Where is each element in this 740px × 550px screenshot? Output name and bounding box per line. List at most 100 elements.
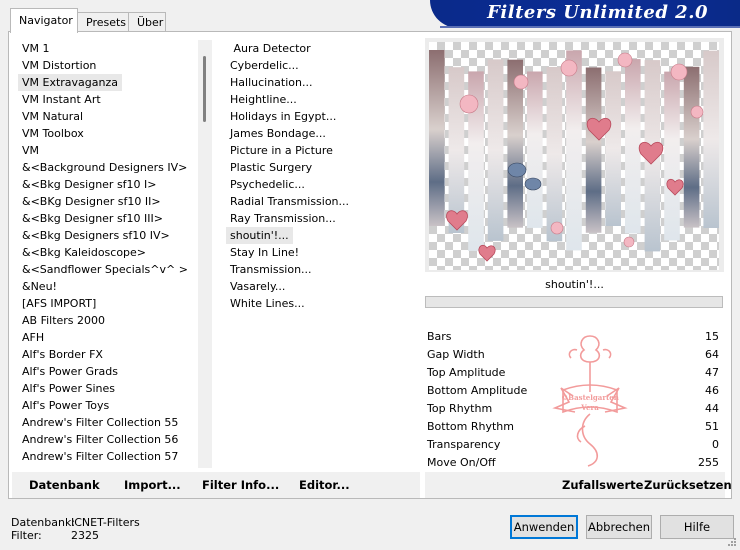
category-item[interactable]: &<Bkg Designers sf10 IV> bbox=[18, 227, 198, 244]
param-name: Top Rhythm bbox=[427, 402, 493, 415]
param-value[interactable]: 255 bbox=[698, 454, 719, 472]
cancel-button[interactable]: Abbrechen bbox=[586, 515, 652, 539]
category-item[interactable]: &<Bkg Kaleidoscope> bbox=[18, 244, 198, 261]
category-item[interactable]: VM bbox=[18, 142, 198, 159]
param-row[interactable]: Gap Width 64 bbox=[427, 346, 721, 364]
filter-item[interactable]: Holidays in Egypt... bbox=[226, 108, 416, 125]
filter-item[interactable]: Vasarely... bbox=[226, 278, 416, 295]
param-name: Bottom Amplitude bbox=[427, 384, 528, 397]
param-value[interactable]: 64 bbox=[705, 346, 719, 364]
param-value[interactable]: 0 bbox=[712, 436, 719, 454]
category-item[interactable]: &<Bkg Designer sf10 I> bbox=[18, 176, 198, 193]
category-item-label: AFH bbox=[22, 331, 45, 344]
category-item-label: VM Distortion bbox=[22, 59, 97, 72]
category-item[interactable]: &Neu! bbox=[18, 278, 198, 295]
category-item[interactable]: VM Natural bbox=[18, 108, 198, 125]
filter-item[interactable]: Aura Detector bbox=[226, 40, 416, 57]
category-item[interactable]: Andrew's Filter Collection 55 bbox=[18, 414, 198, 431]
filter-item-label: Hallucination... bbox=[230, 76, 313, 89]
filter-item[interactable]: Psychedelic... bbox=[226, 176, 416, 193]
filter-item[interactable]: Transmission... bbox=[226, 261, 416, 278]
category-item[interactable]: Alf's Border FX bbox=[18, 346, 198, 363]
category-item[interactable]: Andrew's Filter Collection 56 bbox=[18, 431, 198, 448]
preview-image bbox=[429, 42, 719, 270]
category-item-label: VM Toolbox bbox=[22, 127, 84, 140]
filter-item-label: White Lines... bbox=[230, 297, 305, 310]
category-item[interactable]: VM Toolbox bbox=[18, 125, 198, 142]
filter-item[interactable]: Stay In Line! bbox=[226, 244, 416, 261]
filter-item[interactable]: shoutin'!... bbox=[226, 227, 416, 244]
param-value[interactable]: 44 bbox=[705, 400, 719, 418]
filter-item-label: Picture in a Picture bbox=[230, 144, 333, 157]
category-item[interactable]: VM Extravaganza bbox=[18, 74, 198, 91]
category-item[interactable]: Alf's Power Sines bbox=[18, 380, 198, 397]
category-item[interactable]: Alf's Power Grads bbox=[18, 363, 198, 380]
filter-item[interactable]: Cyberdelic... bbox=[226, 57, 416, 74]
category-item-label: VM bbox=[22, 144, 40, 157]
apply-button[interactable]: Anwenden bbox=[510, 515, 578, 539]
filter-item[interactable]: James Bondage... bbox=[226, 125, 416, 142]
tab-uber[interactable]: Über bbox=[128, 12, 166, 32]
category-item[interactable]: &<Background Designers IV> bbox=[18, 159, 198, 176]
category-item-label: &<Sandflower Specials^v^ > bbox=[22, 263, 188, 276]
progress-bar bbox=[425, 296, 723, 308]
resize-grip-icon[interactable] bbox=[727, 537, 737, 547]
param-row[interactable]: Bottom Amplitude 46 bbox=[427, 382, 721, 400]
random-values-button[interactable]: Zufallswerte bbox=[562, 478, 643, 492]
filter-item[interactable]: White Lines... bbox=[226, 295, 416, 312]
filter-item[interactable]: Picture in a Picture bbox=[226, 142, 416, 159]
import-button[interactable]: Import... bbox=[124, 478, 181, 492]
editor-button[interactable]: Editor... bbox=[299, 478, 350, 492]
param-row[interactable]: Move On/Off 255 bbox=[427, 454, 721, 472]
preview-strip bbox=[487, 59, 504, 241]
database-value: ICNET-Filters bbox=[71, 516, 140, 529]
help-button[interactable]: Hilfe bbox=[660, 515, 734, 539]
filter-info-button[interactable]: Filter Info... bbox=[202, 478, 279, 492]
param-row[interactable]: Transparency 0 bbox=[427, 436, 721, 454]
category-item[interactable]: AFH bbox=[18, 329, 198, 346]
category-item[interactable]: VM Instant Art bbox=[18, 91, 198, 108]
category-item[interactable]: Alf's Power Toys bbox=[18, 397, 198, 414]
category-item-label: [AFS IMPORT] bbox=[22, 297, 97, 310]
category-scrollbar[interactable] bbox=[198, 40, 212, 468]
category-item[interactable]: Andrew's Filter Collection 57 bbox=[18, 448, 198, 465]
category-item-label: Andrew's Filter Collection 56 bbox=[22, 433, 179, 446]
category-item[interactable]: Andrew's Filter Collection 58 bbox=[18, 465, 198, 468]
category-item-label: Alf's Power Grads bbox=[22, 365, 118, 378]
param-row[interactable]: Top Amplitude 47 bbox=[427, 364, 721, 382]
category-item[interactable]: VM Distortion bbox=[18, 57, 198, 74]
preview-strip bbox=[527, 71, 543, 228]
filter-item[interactable]: Hallucination... bbox=[226, 74, 416, 91]
tab-presets[interactable]: Presets bbox=[77, 12, 129, 32]
preview-strip bbox=[605, 71, 621, 226]
param-row[interactable]: Bars 15 bbox=[427, 328, 721, 346]
filter-list[interactable]: Aura Detector Cyberdelic... Hallucination.… bbox=[226, 40, 416, 468]
category-item[interactable]: AB Filters 2000 bbox=[18, 312, 198, 329]
database-button[interactable]: Datenbank bbox=[29, 478, 100, 492]
category-item[interactable]: &<Bkg Designer sf10 III> bbox=[18, 210, 198, 227]
category-item[interactable]: VM 1 bbox=[18, 40, 198, 57]
category-item[interactable]: [AFS IMPORT] bbox=[18, 295, 198, 312]
filter-item[interactable]: Heightline... bbox=[226, 91, 416, 108]
param-name: Transparency bbox=[427, 438, 501, 451]
preview-strip bbox=[566, 50, 582, 251]
category-scroll-thumb[interactable] bbox=[203, 56, 206, 122]
category-item[interactable]: &<Sandflower Specials^v^ > bbox=[18, 261, 198, 278]
param-value[interactable]: 15 bbox=[705, 328, 719, 346]
param-value[interactable]: 46 bbox=[705, 382, 719, 400]
category-item[interactable]: &<BKg Designer sf10 II> bbox=[18, 193, 198, 210]
filter-item[interactable]: Radial Transmission... bbox=[226, 193, 416, 210]
filter-item[interactable]: Plastic Surgery bbox=[226, 159, 416, 176]
param-row[interactable]: Bottom Rhythm 51 bbox=[427, 418, 721, 436]
param-value[interactable]: 51 bbox=[705, 418, 719, 436]
preview-frame bbox=[425, 38, 724, 272]
preview-strip bbox=[448, 67, 465, 233]
param-row[interactable]: Top Rhythm 44 bbox=[427, 400, 721, 418]
category-list[interactable]: VM 1 VM Distortion VM Extravaganza VM Insta… bbox=[18, 40, 198, 468]
param-value[interactable]: 47 bbox=[705, 364, 719, 382]
filter-item-label: Aura Detector bbox=[230, 42, 311, 55]
reset-button[interactable]: Zurücksetzen bbox=[644, 478, 732, 492]
banner-stripe bbox=[440, 26, 740, 28]
tab-navigator[interactable]: Navigator bbox=[10, 8, 78, 33]
filter-item[interactable]: Ray Transmission... bbox=[226, 210, 416, 227]
